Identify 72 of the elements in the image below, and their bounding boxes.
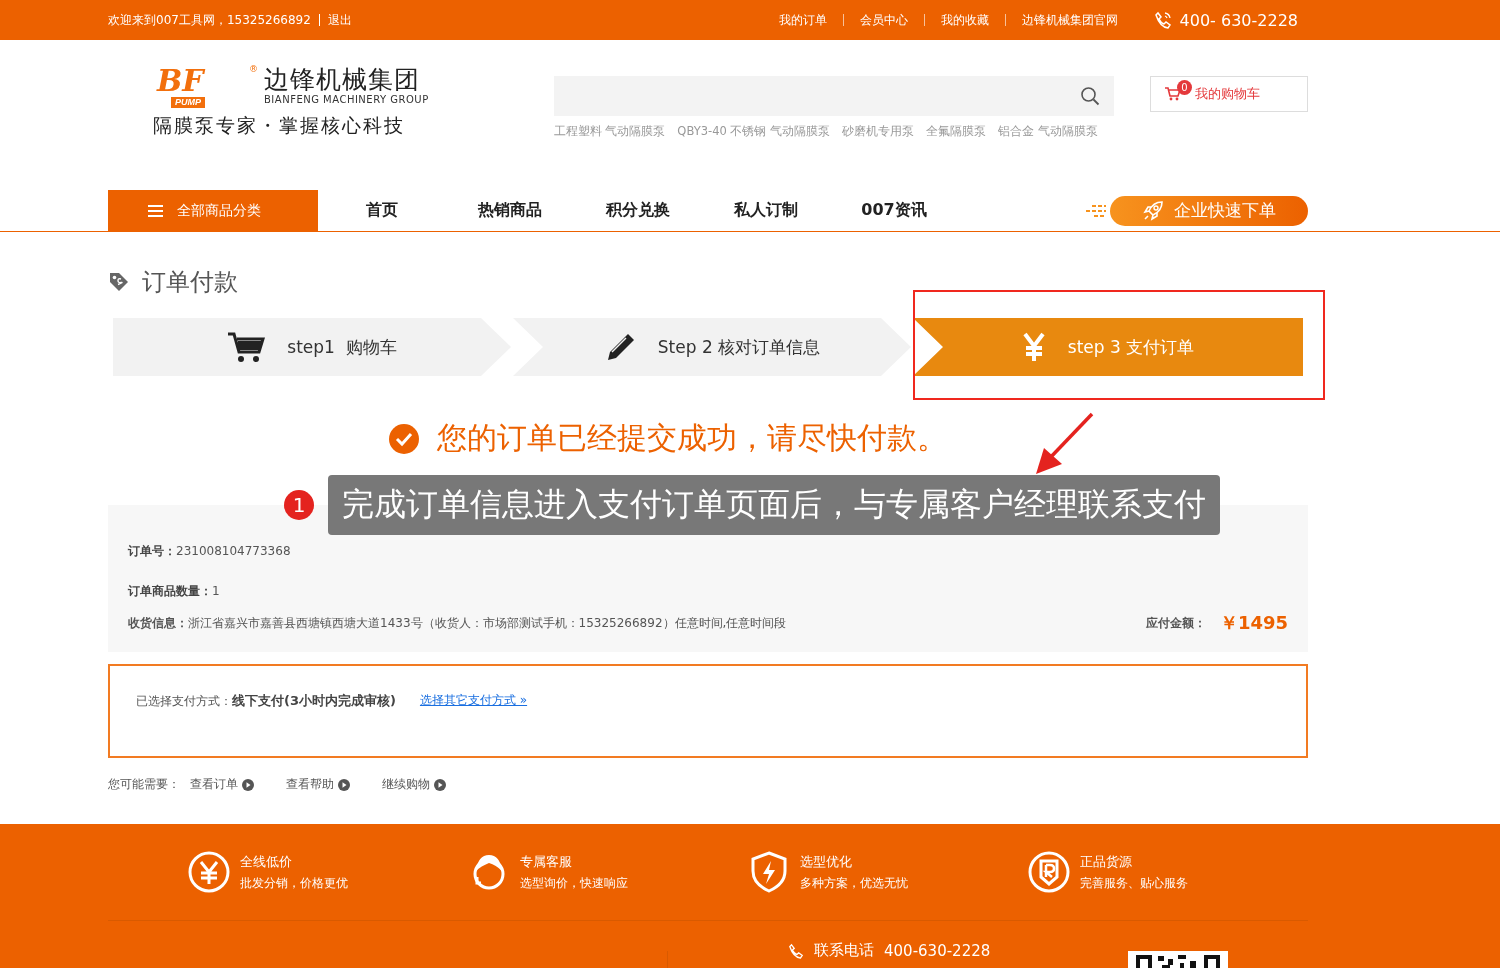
- search-field[interactable]: [553, 76, 1114, 116]
- play-circle-icon: [434, 778, 446, 791]
- feature-description: 多种方案，优选无忧: [800, 874, 908, 892]
- shield-badge-icon: [1028, 851, 1070, 893]
- check-circle-icon: [389, 423, 419, 454]
- play-circle-icon: [242, 778, 254, 791]
- amount-due: ￥1495: [1219, 611, 1288, 635]
- cart-icon: [227, 331, 266, 363]
- cart-icon: [1165, 87, 1181, 101]
- progress-step: step1 购物车: [113, 318, 511, 376]
- feature-title: 专属客服: [520, 852, 573, 871]
- suggestion-link[interactable]: 查看帮助: [286, 776, 334, 793]
- nav-link[interactable]: 首页: [318, 200, 446, 221]
- phone-icon: [788, 942, 804, 959]
- feature-title: 全线低价: [240, 852, 293, 871]
- feature-description: 完善服务、贴心服务: [1080, 874, 1188, 892]
- hot-search-link[interactable]: 工程塑料 气动隔膜泵: [553, 124, 666, 139]
- step-number-badge: 1: [284, 490, 314, 520]
- cart-button[interactable]: 0 我的购物车: [1150, 76, 1308, 112]
- top-link[interactable]: 我的订单: [762, 14, 843, 26]
- suggestion-link[interactable]: 继续购物: [382, 776, 430, 793]
- suggestion-link[interactable]: 查看订单: [190, 776, 238, 793]
- feature-title: 选型优化: [800, 852, 853, 871]
- nav-link[interactable]: 热销商品: [446, 200, 574, 221]
- logo-sub: PUMP: [171, 97, 205, 108]
- speed-lines-icon: [1086, 202, 1106, 219]
- logo-mark: BF: [155, 66, 204, 96]
- progress-step: step 3 支付订单: [913, 318, 1303, 376]
- top-link[interactable]: 会员中心: [842, 14, 924, 26]
- welcome-text: 欢迎来到007工具网，15325266892: [108, 11, 311, 29]
- company-english-name: BIANFENG MACHINERY GROUP: [264, 94, 429, 105]
- price-tag-icon: [108, 271, 130, 293]
- hot-search-link[interactable]: 砂磨机专用泵: [842, 124, 915, 139]
- contact-label: 联系电话: [814, 941, 874, 960]
- success-message: 您的订单已经提交成功，请尽快付款。: [437, 419, 947, 457]
- suggestions-label: 您可能需要：: [108, 776, 180, 793]
- contact-phone: 400-630-2228: [884, 941, 991, 960]
- hot-search-link[interactable]: 全氟隔膜泵: [926, 124, 987, 139]
- all-categories-button[interactable]: 全部商品分类: [108, 190, 318, 231]
- play-circle-icon: [338, 778, 350, 791]
- quick-order-button[interactable]: 企业快速下单: [1110, 195, 1308, 226]
- hot-search-link[interactable]: 铝合金 气动隔膜泵: [998, 124, 1098, 139]
- payment-method-text: 已选择支付方式：线下支付(3小时内完成审核): [136, 692, 396, 710]
- feature-title: 正品货源: [1080, 852, 1133, 871]
- cart-count-badge: 0: [1177, 80, 1192, 95]
- top-link[interactable]: 边锋机械集团官网: [1004, 14, 1134, 26]
- yen-icon: [1021, 332, 1046, 362]
- company-name: 边锋机械集团: [264, 66, 421, 94]
- amount-label: 应付金额：: [1145, 614, 1206, 632]
- yen-circle-icon: [188, 851, 230, 893]
- top-link[interactable]: 我的收藏: [923, 14, 1005, 26]
- logout-link[interactable]: 退出: [318, 14, 352, 26]
- feature-description: 批发分销，价格更优: [240, 874, 348, 892]
- slogan: 隔膜泵专家・掌握核心科技: [153, 113, 406, 138]
- phone-icon: [1153, 11, 1172, 29]
- page-title: 订单付款: [142, 267, 238, 298]
- menu-icon: [148, 204, 163, 217]
- progress-step: Step 2 核对订单信息: [513, 318, 911, 376]
- order-field: 订单商品数量：1: [128, 584, 220, 598]
- order-field: 订单号：231008104773368: [128, 544, 291, 558]
- search-icon[interactable]: [1079, 86, 1100, 106]
- change-payment-link[interactable]: 选择其它支付方式 »: [419, 692, 528, 709]
- hot-search-link[interactable]: QBY3-40 不锈钢 气动隔膜泵: [677, 124, 831, 139]
- feature-description: 选型询价，快速响应: [520, 874, 628, 892]
- rocket-icon: [1142, 199, 1164, 222]
- nav-link[interactable]: 007资讯: [830, 200, 958, 221]
- hotline-number: 400- 630-2228: [1179, 10, 1298, 30]
- nav-link[interactable]: 积分兑换: [574, 200, 702, 221]
- order-field: 收货信息：浙江省嘉兴市嘉善县西塘镇西塘大道1433号（收货人：市场部测试手机：15325266892）任意时间,任意时间段: [128, 614, 787, 632]
- annotation-callout: 完成订单信息进入支付订单页面后，与专属客户经理联系支付: [328, 475, 1220, 535]
- registered-mark: ®: [249, 64, 258, 74]
- nav-link[interactable]: 私人订制: [702, 200, 830, 221]
